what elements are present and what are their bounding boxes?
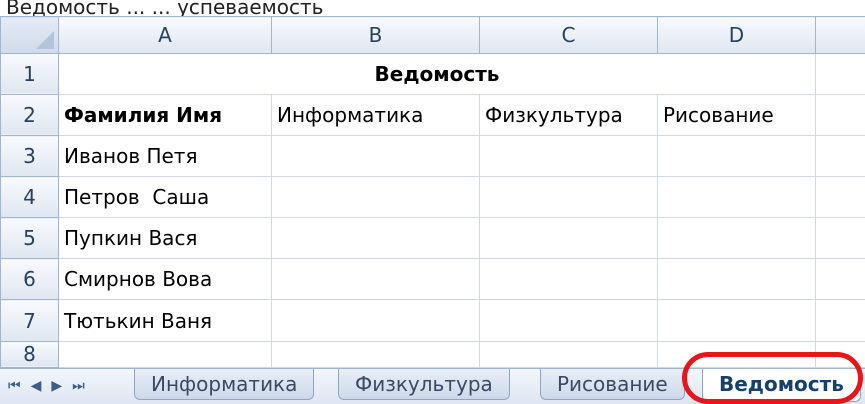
cell[interactable] xyxy=(816,341,865,367)
cell[interactable] xyxy=(816,53,865,94)
cell-header-name[interactable]: Фамилия Имя xyxy=(59,94,272,135)
table-row: 5 Пупкин Вася xyxy=(1,218,865,259)
cell[interactable] xyxy=(816,300,865,341)
cell-header-subject[interactable]: Рисование xyxy=(658,94,816,135)
row-header[interactable]: 4 xyxy=(1,177,59,218)
cell[interactable] xyxy=(816,94,865,135)
cell-header-subject[interactable]: Физкультура xyxy=(480,94,658,135)
cell-title-merged[interactable]: Ведомость xyxy=(59,53,816,94)
table-row: 3 Иванов Петя xyxy=(1,136,865,177)
cell-header-subject[interactable]: Информатика xyxy=(272,94,480,135)
worksheet-grid: A B C D 1 Ведомость 2 Фамилия Имя Информ… xyxy=(0,16,865,368)
first-sheet-icon[interactable]: ⏮ xyxy=(8,378,21,394)
sheet-tab-bar: ⏮ ◀ ▶ ⏭ Информатика Физкультура Рисовани… xyxy=(0,368,865,404)
column-header-c[interactable]: C xyxy=(480,17,658,54)
tab-fizkultura[interactable]: Физкультура xyxy=(338,369,510,400)
cell[interactable] xyxy=(480,218,658,259)
cell[interactable] xyxy=(658,259,816,300)
cell[interactable] xyxy=(658,177,816,218)
next-sheet-icon[interactable]: ▶ xyxy=(51,378,62,394)
cell-student-name[interactable]: Иванов Петя xyxy=(59,136,272,177)
column-header-b[interactable]: B xyxy=(272,17,480,54)
cell[interactable] xyxy=(480,259,658,300)
tab-informatika[interactable]: Информатика xyxy=(134,369,314,400)
column-header-d[interactable]: D xyxy=(658,17,816,54)
cell-student-name[interactable]: Петров Саша xyxy=(59,177,272,218)
cell[interactable] xyxy=(658,341,816,367)
last-sheet-icon[interactable]: ⏭ xyxy=(72,378,85,394)
tab-risovanie[interactable]: Рисование xyxy=(540,369,685,400)
cell[interactable] xyxy=(480,177,658,218)
row-header[interactable]: 7 xyxy=(1,300,59,341)
cell[interactable] xyxy=(658,218,816,259)
cell[interactable] xyxy=(658,300,816,341)
table-row: 4 Петров Саша xyxy=(1,177,865,218)
row-header[interactable]: 8 xyxy=(1,341,59,367)
column-header-a[interactable]: A xyxy=(59,17,272,54)
row-header[interactable]: 5 xyxy=(1,218,59,259)
prev-sheet-icon[interactable]: ◀ xyxy=(31,378,42,394)
tab-navigation: ⏮ ◀ ▶ ⏭ xyxy=(8,373,85,399)
cropped-top-text: Ведомость ... ... успеваемость xyxy=(0,0,865,16)
cell[interactable] xyxy=(658,136,816,177)
cell-student-name[interactable]: Пупкин Вася xyxy=(59,218,272,259)
cell[interactable] xyxy=(272,177,480,218)
cell[interactable] xyxy=(816,218,865,259)
cell[interactable] xyxy=(480,136,658,177)
cell[interactable] xyxy=(816,259,865,300)
table-row: 1 Ведомость xyxy=(1,53,865,94)
cell[interactable] xyxy=(816,136,865,177)
row-header[interactable]: 2 xyxy=(1,94,59,135)
cell[interactable] xyxy=(272,300,480,341)
table-row: 2 Фамилия Имя Информатика Физкультура Ри… xyxy=(1,94,865,135)
spreadsheet-window: Ведомость ... ... успеваемость A B C D 1… xyxy=(0,0,865,403)
cell-student-name[interactable]: Смирнов Вова xyxy=(59,259,272,300)
select-all-corner[interactable] xyxy=(1,17,59,54)
cell[interactable] xyxy=(272,341,480,367)
column-header-row: A B C D xyxy=(1,17,865,54)
column-header-e[interactable] xyxy=(816,17,865,54)
cell[interactable] xyxy=(272,136,480,177)
tab-vedomost[interactable]: Ведомость xyxy=(702,369,861,402)
row-header[interactable]: 3 xyxy=(1,136,59,177)
cell-student-name[interactable]: Тютькин Ваня xyxy=(59,300,272,341)
cell[interactable] xyxy=(816,177,865,218)
table-row: 6 Смирнов Вова xyxy=(1,259,865,300)
cell[interactable] xyxy=(480,300,658,341)
cell[interactable] xyxy=(480,341,658,367)
cell[interactable] xyxy=(59,341,272,367)
select-all-icon xyxy=(36,31,54,49)
cell[interactable] xyxy=(272,259,480,300)
cell[interactable] xyxy=(272,218,480,259)
table-row: 8 xyxy=(1,341,865,367)
row-header[interactable]: 1 xyxy=(1,53,59,94)
table-row: 7 Тютькин Ваня xyxy=(1,300,865,341)
row-header[interactable]: 6 xyxy=(1,259,59,300)
